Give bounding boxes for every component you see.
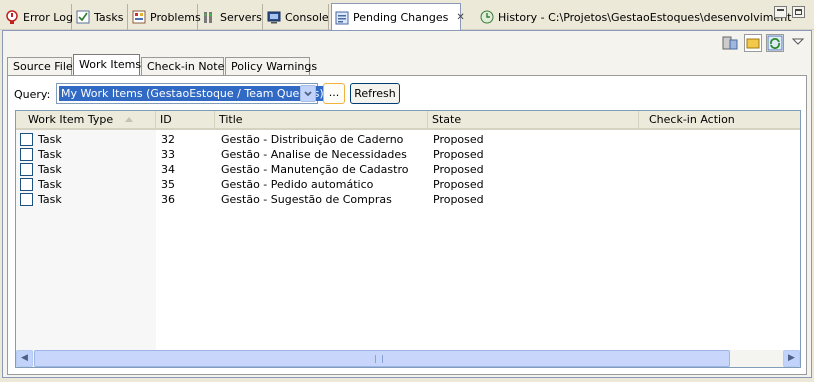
- refresh-icon: [767, 35, 783, 51]
- scrollbar-grip-icon: [375, 355, 383, 363]
- cell-type: Task: [38, 178, 62, 191]
- query-label: Query:: [14, 88, 51, 101]
- cell-title: Gestão - Pedido automático: [221, 178, 374, 191]
- tab-label: Pending Changes: [353, 11, 449, 24]
- cell-type: Task: [38, 133, 62, 146]
- cell-id: 33: [161, 148, 175, 161]
- column-label: Check-in Action: [649, 113, 735, 126]
- cell-title: Gestão - Analise de Necessidades: [221, 148, 407, 161]
- scrollbar-thumb[interactable]: [34, 350, 730, 367]
- maximize-icon: [795, 9, 802, 15]
- pending-changes-icon: [335, 11, 349, 25]
- cell-id: 34: [161, 163, 175, 176]
- view-menu-chevron-icon[interactable]: [791, 34, 809, 52]
- horizontal-scrollbar[interactable]: ◀ ▶: [16, 350, 800, 367]
- scroll-right-icon[interactable]: ▶: [783, 350, 800, 367]
- cell-id: 35: [161, 178, 175, 191]
- maximize-button[interactable]: [792, 6, 805, 18]
- tab-problems[interactable]: Problems: [129, 4, 201, 30]
- column-header-work-item-type[interactable]: Work Item Type: [16, 111, 156, 128]
- shelve-icon: [746, 38, 760, 49]
- column-label: Work Item Type: [28, 113, 114, 126]
- row-checkbox[interactable]: [20, 148, 33, 161]
- column-header-id[interactable]: ID: [156, 111, 215, 128]
- tasks-icon: [76, 10, 90, 24]
- column-label: Title: [219, 113, 243, 126]
- column-header-title[interactable]: Title: [215, 111, 428, 128]
- pending-changes-view: Source Files Work Items Check-in Notes P…: [2, 30, 812, 378]
- refresh-view-button[interactable]: [766, 34, 784, 52]
- query-dropdown[interactable]: My Work Items (GestaoEstoque / Team Quer…: [56, 83, 326, 104]
- query-selected-value: My Work Items (GestaoEstoque / Team Quer…: [59, 86, 326, 101]
- tab-label: Console: [285, 10, 329, 24]
- table-row[interactable]: Task 36 Gestão - Sugestão de Compras Pro…: [16, 192, 800, 207]
- scroll-left-icon[interactable]: ◀: [16, 350, 33, 367]
- work-items-table: Work Item Type ID Title State Check-in A…: [15, 110, 801, 368]
- tab-label: Error Log: [23, 10, 73, 24]
- refresh-button[interactable]: Refresh: [350, 83, 400, 104]
- cell-state: Proposed: [433, 178, 484, 191]
- cell-state: Proposed: [433, 148, 484, 161]
- cell-title: Gestão - Distribuição de Caderno: [221, 133, 404, 146]
- sort-ascending-icon: [124, 117, 133, 122]
- table-row[interactable]: Task 33 Gestão - Analise de Necessidades…: [16, 147, 800, 162]
- browse-query-button[interactable]: ...: [323, 83, 345, 104]
- cell-state: Proposed: [433, 193, 484, 206]
- console-icon: [267, 10, 281, 24]
- column-label: ID: [160, 113, 172, 126]
- tab-label: Work Items: [79, 58, 142, 71]
- minimize-icon: [777, 9, 784, 11]
- close-icon[interactable]: ✕: [456, 12, 464, 23]
- tab-error-log[interactable]: Error Log: [2, 4, 73, 30]
- cell-type: Task: [38, 193, 62, 206]
- column-label: State: [432, 113, 462, 126]
- history-icon: [480, 10, 494, 24]
- shelve-button[interactable]: [744, 34, 762, 52]
- tab-check-in-notes[interactable]: Check-in Notes: [141, 57, 230, 76]
- workspace-icon[interactable]: [721, 34, 739, 52]
- tab-source-files[interactable]: Source Files: [7, 57, 78, 76]
- row-checkbox[interactable]: [20, 178, 33, 191]
- tab-label: Problems: [150, 10, 201, 24]
- tab-policy-warnings[interactable]: Policy Warnings: [225, 57, 317, 76]
- cell-type: Task: [38, 163, 62, 176]
- cell-id: 32: [161, 133, 175, 146]
- tab-label: Check-in Notes: [147, 60, 231, 73]
- table-row[interactable]: Task 32 Gestão - Distribuição de Caderno…: [16, 132, 800, 147]
- view-tab-bar: Error Log Tasks Problems Servers Console…: [0, 0, 814, 31]
- row-checkbox[interactable]: [20, 193, 33, 206]
- tab-label: Tasks: [94, 10, 124, 24]
- minimize-button[interactable]: [774, 6, 787, 18]
- row-checkbox[interactable]: [20, 133, 33, 146]
- tab-label: Source Files: [13, 60, 79, 73]
- table-row[interactable]: Task 34 Gestão - Manutenção de Cadastro …: [16, 162, 800, 177]
- tab-label: Servers: [220, 10, 262, 24]
- column-header-check-in-action[interactable]: Check-in Action: [639, 111, 800, 128]
- tab-label: History - C:\Projetos\GestaoEstoques\des…: [498, 10, 792, 24]
- problems-icon: [132, 10, 146, 24]
- table-row[interactable]: Task 35 Gestão - Pedido automático Propo…: [16, 177, 800, 192]
- tab-history[interactable]: History - C:\Projetos\GestaoEstoques\des…: [477, 4, 791, 30]
- error-log-icon: [5, 10, 19, 24]
- tab-pending-changes[interactable]: Pending Changes ✕: [331, 3, 465, 31]
- cell-id: 36: [161, 193, 175, 206]
- row-checkbox[interactable]: [20, 163, 33, 176]
- tab-servers[interactable]: Servers: [199, 4, 263, 30]
- cell-state: Proposed: [433, 163, 484, 176]
- table-header: Work Item Type ID Title State Check-in A…: [16, 111, 800, 130]
- column-header-state[interactable]: State: [428, 111, 639, 128]
- cell-type: Task: [38, 148, 62, 161]
- cell-title: Gestão - Manutenção de Cadastro: [221, 163, 409, 176]
- chevron-down-icon[interactable]: [300, 85, 316, 102]
- tab-tasks[interactable]: Tasks: [73, 4, 128, 30]
- tab-work-items[interactable]: Work Items: [73, 54, 142, 76]
- cell-state: Proposed: [433, 133, 484, 146]
- cell-title: Gestão - Sugestão de Compras: [221, 193, 392, 206]
- tab-console[interactable]: Console: [264, 4, 329, 30]
- work-items-pane: Query: My Work Items (GestaoEstoque / Te…: [7, 75, 807, 375]
- tab-label: Policy Warnings: [231, 60, 318, 73]
- servers-icon: [202, 10, 216, 24]
